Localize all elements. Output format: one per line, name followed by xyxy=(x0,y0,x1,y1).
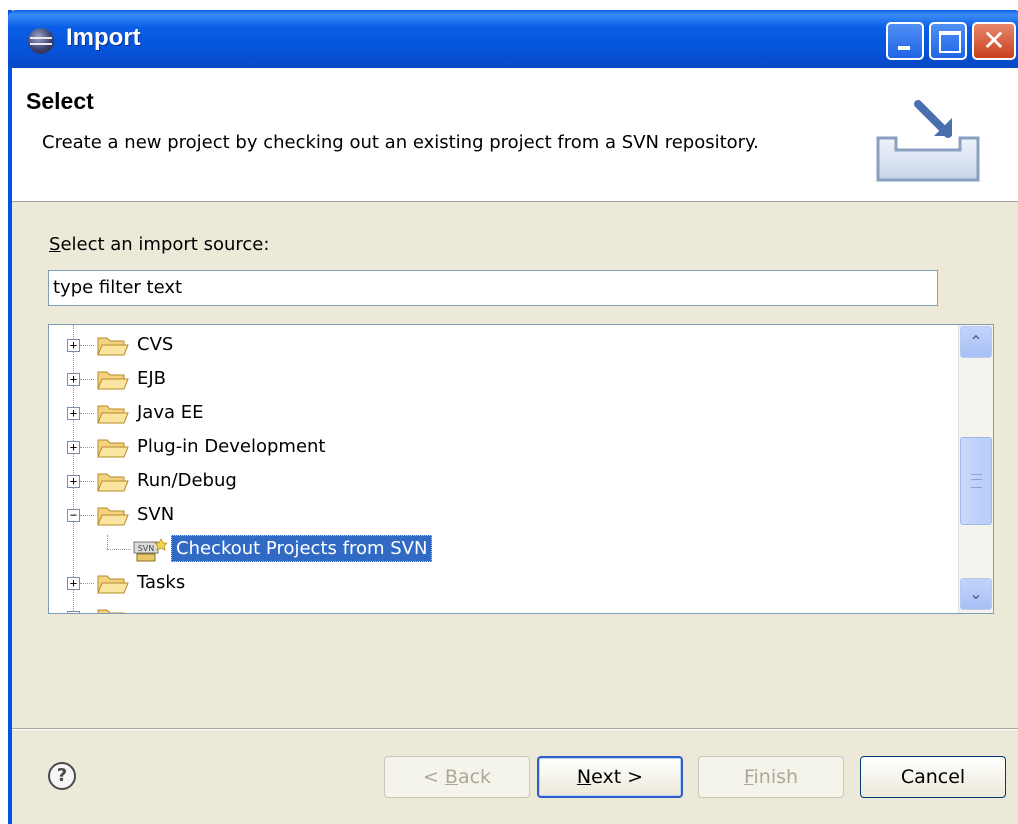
tree-connector xyxy=(80,413,94,414)
footer-separator xyxy=(12,728,1018,730)
folder-icon xyxy=(97,439,129,458)
tree-connector xyxy=(80,481,94,482)
back-button-prefix: < xyxy=(422,766,445,788)
chevron-up-icon: ⌃ xyxy=(969,332,983,351)
page-description: Create a new project by checking out an … xyxy=(42,132,759,153)
next-button-mnemonic: N xyxy=(576,766,592,788)
finish-button-mnemonic: F xyxy=(743,766,754,788)
finish-button[interactable]: Finish xyxy=(698,756,844,798)
tree-connector xyxy=(80,379,94,380)
scroll-thumb[interactable] xyxy=(960,437,992,525)
svn-checkout-icon: SVN xyxy=(133,538,167,562)
back-button[interactable]: < Back xyxy=(384,756,530,798)
tree-item-label: Plug-in Development xyxy=(137,436,326,457)
tree-connector xyxy=(80,515,94,516)
close-button[interactable]: ✕ xyxy=(972,22,1016,60)
tree-item-label: Checkout Projects from SVN xyxy=(171,535,433,562)
tree-item-label: CVS xyxy=(137,334,174,355)
expand-icon[interactable]: + xyxy=(67,475,80,488)
grip-icon xyxy=(971,474,982,488)
expand-icon[interactable]: + xyxy=(67,373,80,386)
collapse-icon[interactable]: − xyxy=(67,509,80,522)
title-bar[interactable]: Import ✕ xyxy=(8,10,1018,68)
tree-guide-line xyxy=(73,325,74,613)
tree-item-label: EJB xyxy=(137,368,167,389)
finish-button-label: inish xyxy=(753,766,799,788)
folder-icon xyxy=(97,337,129,356)
minimize-icon xyxy=(898,46,910,50)
folder-icon xyxy=(97,609,125,613)
scroll-up-button[interactable]: ⌃ xyxy=(960,326,992,358)
import-source-label: Select an import source: xyxy=(49,234,269,255)
tree-item-label: SVN xyxy=(137,504,175,525)
import-source-label-text: elect an import source: xyxy=(60,234,270,255)
folder-icon xyxy=(97,473,129,492)
window-title: Import xyxy=(66,24,141,51)
folder-icon xyxy=(97,575,129,594)
tree-item-label: Run/Debug xyxy=(137,470,237,491)
expand-icon[interactable]: + xyxy=(67,577,80,590)
folder-icon xyxy=(97,405,129,424)
page-title: Select xyxy=(26,88,94,114)
tree-connector-vertical xyxy=(107,535,108,549)
wizard-header: Select Create a new project by checking … xyxy=(12,68,1018,202)
close-icon: ✕ xyxy=(982,24,1006,57)
maximize-button[interactable] xyxy=(929,22,967,60)
scroll-down-button[interactable]: ⌄ xyxy=(960,578,992,610)
expand-icon[interactable]: + xyxy=(67,611,80,613)
eclipse-icon xyxy=(28,28,54,54)
import-wizard-icon xyxy=(876,100,980,182)
back-button-label: ack xyxy=(457,766,492,788)
cancel-button[interactable]: Cancel xyxy=(860,756,1006,798)
expand-icon[interactable]: + xyxy=(67,339,80,352)
import-dialog: Import ✕ Select Create a new project by … xyxy=(8,10,1018,824)
next-button-label: ext > xyxy=(591,766,644,788)
maximize-icon xyxy=(939,31,961,53)
svg-text:SVN: SVN xyxy=(138,544,155,553)
chevron-down-icon: ⌄ xyxy=(969,584,983,603)
folder-icon xyxy=(97,371,129,390)
import-source-tree[interactable]: + CVS + EJB + Java EE + Plug-in Developm… xyxy=(48,324,994,614)
tree-connector xyxy=(80,583,94,584)
tree-connector xyxy=(107,549,131,550)
import-source-mnemonic: S xyxy=(49,234,61,255)
tree-connector xyxy=(80,447,94,448)
tree-item-label: Java EE xyxy=(137,402,204,423)
vertical-scrollbar[interactable]: ⌃ ⌄ xyxy=(958,325,993,613)
next-button[interactable]: Next > xyxy=(537,756,683,798)
help-icon[interactable]: ? xyxy=(48,762,76,790)
expand-icon[interactable]: + xyxy=(67,407,80,420)
minimize-button[interactable] xyxy=(886,22,924,60)
tree-connector xyxy=(80,345,94,346)
folder-open-icon xyxy=(97,507,129,526)
tree-item-label: Tasks xyxy=(137,572,186,593)
back-button-mnemonic: B xyxy=(444,766,458,788)
tree-item-checkout-projects-from-svn[interactable]: SVN Checkout Projects from SVN xyxy=(49,535,549,565)
expand-icon[interactable]: + xyxy=(67,441,80,454)
filter-input[interactable]: type filter text xyxy=(48,270,938,306)
